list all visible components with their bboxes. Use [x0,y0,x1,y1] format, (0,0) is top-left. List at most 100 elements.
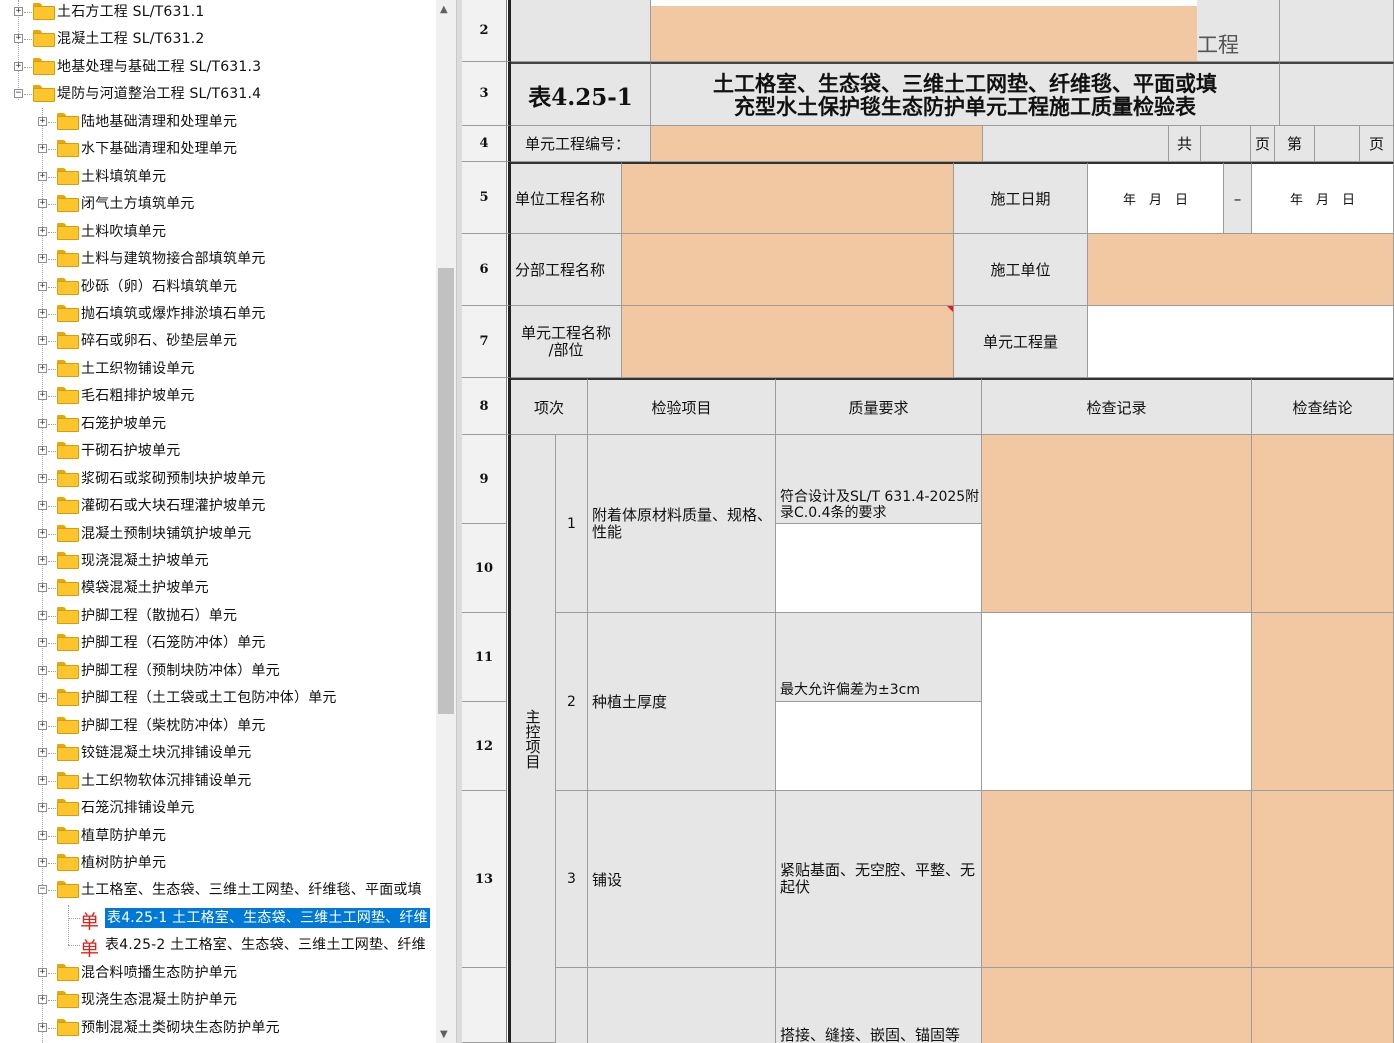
tree-folder-node[interactable]: + 碎石或卵石、砂垫层单元 [0,328,436,354]
tree-node-label[interactable]: 石笼沉排铺设单元 [81,798,195,818]
tree-node-label[interactable]: 植草防护单元 [81,826,166,846]
row-header-3[interactable]: 3 [462,62,507,126]
tree-folder-node[interactable]: + 护脚工程（预制块防冲体）单元 [0,658,436,684]
tree-node-label[interactable]: 闭气土方填筑单元 [81,194,195,214]
expand-icon[interactable]: + [38,995,47,1005]
expand-icon[interactable]: + [38,720,47,730]
blank-cell[interactable] [1280,0,1394,62]
expand-icon[interactable]: + [38,226,47,236]
expand-icon[interactable]: + [38,281,47,291]
tree-node-label[interactable]: 土料填筑单元 [81,167,166,187]
blank-cell[interactable] [1280,62,1394,126]
row-header-9[interactable]: 9 [462,435,507,524]
collapse-icon[interactable]: − [14,89,23,99]
expand-icon[interactable]: + [38,638,47,648]
tree-folder-node[interactable]: + 石笼护坡单元 [0,411,436,437]
expand-icon[interactable]: + [14,61,23,71]
tree-folder-node[interactable]: + 土料与建筑物接合部填筑单元 [0,246,436,272]
check-record-3[interactable] [982,791,1252,968]
conclusion-3[interactable] [1252,791,1394,968]
check-record-1[interactable] [982,435,1252,613]
tree-folder-node[interactable]: + 土工织物软体沉排铺设单元 [0,768,436,794]
expand-icon[interactable]: + [38,363,47,373]
blank-cell[interactable] [511,0,651,62]
tree-folder-node[interactable]: + 混合料喷播生态防护单元 [0,960,436,986]
check-record-4[interactable] [982,968,1252,1043]
sub-project-name-input[interactable] [622,234,954,306]
scroll-thumb[interactable] [438,268,454,714]
construction-unit-input[interactable] [1088,234,1394,306]
expand-icon[interactable]: + [38,803,47,813]
tree-node-label[interactable]: 现浇生态混凝土防护单元 [81,990,237,1010]
tree-folder-node[interactable]: + 地基处理与基础工程 SL/T631.3 [0,54,436,80]
tree-node-label[interactable]: 水下基础清理和处理单元 [81,139,237,159]
tree-folder-node[interactable]: + 混凝土预制块铺筑护坡单元 [0,521,436,547]
tree-node-label[interactable]: 陆地基础清理和处理单元 [81,112,237,132]
tree-folder-node[interactable]: + 植树防护单元 [0,850,436,876]
expand-icon[interactable]: + [38,693,47,703]
tree-node-label[interactable]: 土料吹填单元 [81,222,166,242]
tree-folder-node[interactable]: + 模袋混凝土护坡单元 [0,575,436,601]
expand-icon[interactable]: + [38,610,47,620]
unit-name-input[interactable] [622,306,954,378]
expand-icon[interactable]: + [38,748,47,758]
tree-node-label[interactable]: 土石方工程 SL/T631.1 [57,2,204,22]
tree-node-label[interactable]: 石笼护坡单元 [81,414,166,434]
tree-folder-node[interactable]: + 水下基础清理和处理单元 [0,136,436,162]
row-header-12[interactable]: 12 [462,702,507,791]
row-header-8[interactable]: 8 [462,378,507,435]
row-header-2[interactable]: 2 [462,0,507,62]
expand-icon[interactable]: + [14,34,23,44]
expand-icon[interactable]: + [38,446,47,456]
expand-icon[interactable]: + [14,7,23,16]
unit-project-name-input[interactable] [622,162,954,234]
tree-node-label[interactable]: 毛石粗排护坡单元 [81,386,195,406]
tree-node-label[interactable]: 铰链混凝土块沉排铺设单元 [81,743,251,763]
expand-icon[interactable]: + [38,199,47,209]
expand-icon[interactable]: + [38,556,47,565]
expand-icon[interactable]: + [38,583,47,593]
scroll-up-arrow-icon[interactable]: ▲ [440,4,448,15]
tree-folder-node[interactable]: + 灌砌石或大块石理灌护坡单元 [0,493,436,519]
tree-node-label[interactable]: 植树防护单元 [81,853,166,873]
tree-node-label[interactable]: 灌砌石或大块石理灌护坡单元 [81,496,266,516]
expand-icon[interactable]: + [38,336,47,346]
tree-folder-node[interactable]: + 护脚工程（土工袋或土工包防冲体）单元 [0,685,436,711]
unit-quantity-input[interactable] [1088,306,1394,378]
tree-folder-node[interactable]: + 预制混凝土类砌块生态防护单元 [0,1015,436,1041]
expand-icon[interactable]: + [38,391,47,401]
check-record-2[interactable] [982,613,1252,791]
tree-node-label[interactable]: 土工织物软体沉排铺设单元 [81,771,251,791]
project-name-input[interactable] [651,6,1197,62]
quality-req-1-extra[interactable] [776,524,982,613]
tree-node-label[interactable]: 表4.25-1 土工格室、生态袋、三维土工网垫、纤维 [105,907,430,928]
expand-icon[interactable]: + [38,775,47,785]
tree-folder-node[interactable]: + 闭气土方填筑单元 [0,191,436,217]
expand-icon[interactable]: + [38,501,47,511]
tree-folder-node[interactable]: + 土料填筑单元 [0,164,436,190]
expand-icon[interactable]: + [38,830,47,840]
row-header-5[interactable]: 5 [462,162,507,234]
tree-node-label[interactable]: 混凝土工程 SL/T631.2 [57,29,204,49]
collapse-icon[interactable]: − [38,885,47,895]
tree-node-label[interactable]: 混合料喷播生态防护单元 [81,963,237,983]
expand-icon[interactable]: + [38,116,47,126]
tree-folder-node[interactable]: + 土石方工程 SL/T631.1 [0,0,436,25]
tree-folder-node[interactable]: + 护脚工程（柴枕防冲体）单元 [0,713,436,739]
tree-leaf-form[interactable]: 单表4.25-2 土工格室、生态袋、三维土工网垫、纤维 [0,932,436,960]
expand-icon[interactable]: + [38,308,47,318]
expand-icon[interactable]: + [38,171,47,181]
tree-folder-node[interactable]: + 铰链混凝土块沉排铺设单元 [0,740,436,766]
scroll-down-arrow-icon[interactable]: ▼ [440,1029,448,1040]
total-pages-input[interactable] [1201,126,1251,162]
tree-folder-node[interactable]: + 护脚工程（散抛石）单元 [0,603,436,629]
tree-folder-node[interactable]: + 石笼沉排铺设单元 [0,795,436,821]
conclusion-4[interactable] [1252,968,1394,1043]
tree-folder-node[interactable]: + 现浇生态混凝土防护单元 [0,987,436,1013]
tree-node-label[interactable]: 浆砌石或浆砌预制块护坡单元 [81,469,266,489]
conclusion-2[interactable] [1252,613,1394,791]
tree-node-label[interactable]: 护脚工程（散抛石）单元 [81,606,237,626]
tree-node-label[interactable]: 护脚工程（石笼防冲体）单元 [81,633,266,653]
tree-folder-node[interactable]: + 浆砌石或浆砌预制块护坡单元 [0,466,436,492]
page-number-input[interactable] [1315,126,1360,162]
